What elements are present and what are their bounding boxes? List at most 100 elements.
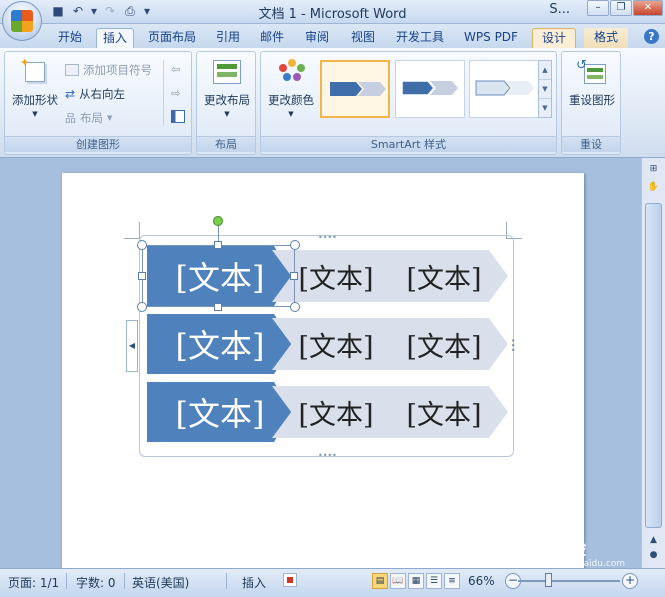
window-title-suffix: S... [549, 2, 570, 17]
shape-text: [文本] [298, 331, 374, 363]
smartart-shape[interactable]: [文本] [272, 386, 400, 438]
scroll-up-icon[interactable]: ▲ [645, 533, 662, 547]
promote-button[interactable]: ⇦ [171, 62, 181, 76]
rotation-handle[interactable] [213, 216, 223, 226]
text-pane-toggle[interactable]: ◀ [126, 320, 138, 372]
tab-view[interactable]: 视图 [344, 28, 382, 48]
shape-text: [文本] [406, 331, 482, 363]
group-smartart-styles-label: SmartArt 样式 [261, 136, 556, 152]
vertical-scrollbar[interactable]: ⊞ ✋ ▲ ● ▼ [641, 158, 665, 568]
resize-handle[interactable] [290, 240, 300, 250]
text-pane-icon [171, 110, 185, 123]
smartart-shape[interactable]: [文本] [272, 318, 400, 370]
change-layout-icon [211, 58, 243, 88]
layout-small-button[interactable]: 品 布局 ▼ [65, 110, 112, 126]
styles-gallery-scroll[interactable]: ▲ ▼ ▼ [538, 60, 552, 118]
add-shape-button[interactable]: ✦ 添加形状 ▼ [9, 57, 61, 118]
reset-graphic-button[interactable]: ↺ 重设图形 [564, 58, 620, 108]
divider [226, 573, 227, 589]
insert-mode[interactable]: 插入 [242, 574, 266, 591]
chevron-style-preview-icon [330, 82, 386, 96]
close-icon[interactable]: ✕ [633, 0, 663, 16]
zoom-slider[interactable] [518, 580, 620, 582]
office-button[interactable] [2, 1, 42, 41]
tab-mailings[interactable]: 邮件 [254, 28, 290, 48]
frame-grip[interactable]: •••• [318, 451, 337, 460]
help-icon[interactable]: ? [644, 29, 659, 44]
print-layout-view-icon[interactable]: ▤ [372, 573, 388, 589]
tab-wps-pdf[interactable]: WPS PDF [458, 28, 524, 48]
language[interactable]: 英语(美国) [132, 574, 189, 591]
resize-handle[interactable] [137, 240, 147, 250]
window-controls: – ❐ ✕ [586, 0, 663, 16]
tab-insert[interactable]: 插入 [96, 28, 134, 48]
chevron-down-icon: ▼ [32, 110, 38, 118]
smartart-shape[interactable]: [文本] [380, 318, 508, 370]
add-bullet-button[interactable]: 添加项目符号 [65, 62, 152, 78]
chevron-up-icon[interactable]: ▲ [539, 61, 551, 80]
frame-grip[interactable]: ••• [508, 338, 517, 352]
chevron-style-preview-icon [475, 80, 534, 96]
reset-graphic-icon: ↺ [576, 58, 608, 88]
shape-text: [文本] [175, 395, 265, 433]
zoom-slider-thumb[interactable] [545, 573, 552, 587]
zoom-level[interactable]: 66% [468, 574, 495, 588]
group-layout-label: 布局 [197, 136, 255, 152]
resize-handle[interactable] [138, 272, 146, 280]
page-count[interactable]: 页面: 1/1 [8, 574, 59, 591]
smartart-shape[interactable]: [文本] [147, 382, 293, 442]
shape-text: [文本] [298, 263, 374, 295]
chevron-down-icon[interactable]: ▼ [539, 80, 551, 99]
zoom-in-icon[interactable]: + [622, 573, 638, 589]
outline-view-icon[interactable]: ☰ [426, 573, 442, 589]
tab-format[interactable]: 格式 [584, 28, 628, 48]
chevron-down-icon: ▼ [224, 110, 230, 118]
full-screen-reading-icon[interactable]: 📖 [390, 573, 406, 589]
tab-references[interactable]: 引用 [210, 28, 246, 48]
change-colors-button[interactable]: 更改颜色 ▼ [263, 58, 319, 118]
scrollbar-thumb[interactable] [645, 203, 662, 528]
color-palette-icon [275, 58, 307, 88]
text-pane-button[interactable] [171, 110, 185, 123]
crop-mark [124, 238, 140, 239]
smartart-shape[interactable]: [文本] [380, 250, 508, 302]
arrow-left-icon: ⇦ [171, 62, 181, 76]
macro-record-icon[interactable] [283, 573, 297, 587]
change-layout-button[interactable]: 更改布局 ▼ [199, 58, 255, 118]
watermark: Bai 经验 jingyan.baidu.com [512, 535, 625, 569]
right-to-left-button[interactable]: ⇄ 从右向左 [65, 86, 125, 102]
status-bar: 页面: 1/1 字数: 0 英语(美国) 插入 ▤ 📖 ▦ ☰ ≡ 66% − … [0, 568, 665, 597]
tab-review[interactable]: 审阅 [298, 28, 336, 48]
resize-handle[interactable] [137, 302, 147, 312]
style-thumbnail-3[interactable] [469, 60, 539, 118]
demote-button[interactable]: ⇨ [171, 86, 181, 100]
more-icon[interactable]: ▼ [539, 99, 551, 118]
smartart-shape[interactable]: [文本] [380, 386, 508, 438]
tab-page-layout[interactable]: 页面布局 [142, 28, 202, 48]
group-layout: 更改布局 ▼ 布局 [196, 51, 256, 155]
bullet-icon [65, 64, 79, 76]
browse-object-icon[interactable]: ● [645, 548, 662, 562]
word-count[interactable]: 字数: 0 [76, 574, 116, 591]
ruler-toggle-icon[interactable]: ⊞ [645, 162, 662, 176]
resize-handle[interactable] [290, 272, 298, 280]
tab-developer[interactable]: 开发工具 [390, 28, 450, 48]
frame-grip[interactable]: •••• [318, 233, 337, 242]
resize-handle[interactable] [214, 241, 222, 249]
right-to-left-label: 从右向左 [79, 87, 126, 101]
tab-home[interactable]: 开始 [50, 28, 90, 48]
hand-icon[interactable]: ✋ [645, 180, 662, 194]
style-thumbnail-2[interactable] [395, 60, 465, 118]
tab-design[interactable]: 设计 [532, 28, 576, 48]
web-layout-icon[interactable]: ▦ [408, 573, 424, 589]
minimize-icon[interactable]: – [587, 0, 609, 16]
ribbon: ✦ 添加形状 ▼ 添加项目符号 ⇄ 从右向左 品 布局 ▼ ⇦ ⇨ 创建图形 更… [0, 48, 665, 158]
swap-arrows-icon: ⇄ [65, 87, 76, 101]
resize-handle[interactable] [290, 302, 300, 312]
draft-view-icon[interactable]: ≡ [444, 573, 460, 589]
resize-handle[interactable] [214, 303, 222, 311]
smartart-shape[interactable]: [文本] [147, 314, 293, 374]
style-thumbnail-1[interactable] [320, 60, 390, 118]
divider [163, 60, 164, 126]
restore-icon[interactable]: ❐ [610, 0, 632, 16]
